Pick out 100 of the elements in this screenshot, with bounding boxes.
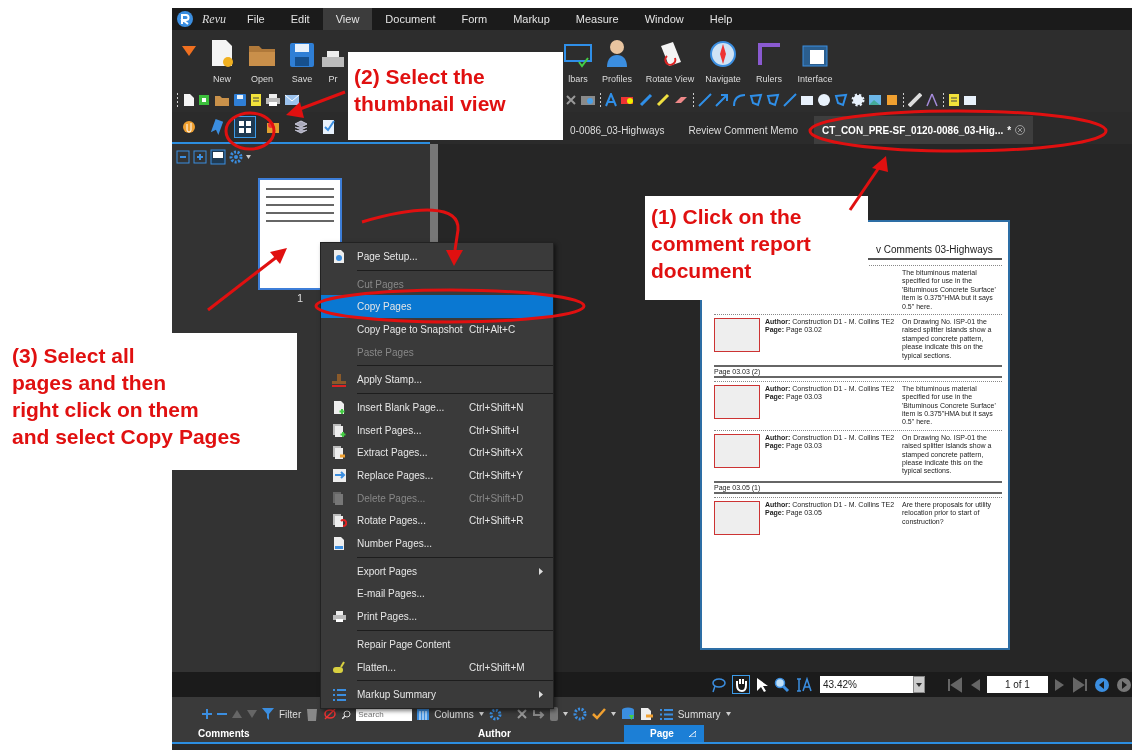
menu-item[interactable]: Replace Pages... Ctrl+Shift+Y [321, 464, 553, 487]
menu-item[interactable]: Markup Summary [321, 683, 553, 707]
pages-rotate-icon [331, 513, 347, 529]
delete-icon [565, 94, 577, 106]
settings-icon[interactable] [572, 707, 587, 721]
ribbon-button[interactable]: Rulers [746, 30, 792, 88]
menu-item[interactable]: Copy Page to Snapshot Ctrl+Alt+C [321, 318, 553, 341]
pen-icon [656, 93, 670, 107]
ribbon-button[interactable]: Save [282, 30, 322, 88]
caret-icon [610, 712, 616, 716]
pointer-icon[interactable] [756, 676, 768, 693]
paperclip-icon [181, 119, 197, 135]
document-tab[interactable]: CT_CON_PRE-SF_0120-0086_03-Hig... * [814, 116, 1034, 144]
ribbon-button[interactable]: Navigate [700, 30, 746, 88]
hidden-icon[interactable] [323, 708, 338, 720]
menu-item[interactable]: E-mail Pages... [321, 582, 553, 606]
thumbnail-size-icon[interactable] [210, 149, 226, 165]
list-icon[interactable] [658, 707, 673, 721]
menu-item[interactable]: Measure [562, 8, 632, 30]
caliper-icon [925, 93, 939, 107]
menu-item[interactable]: Edit [277, 8, 323, 30]
menu-item[interactable]: Copy Pages [321, 295, 553, 319]
menu-item[interactable]: Form [448, 8, 501, 30]
tab-title: CT_CON_PRE-SF_0120-0086_03-Hig... [822, 124, 1004, 136]
menu-item[interactable]: Repair Page Content [321, 633, 553, 656]
database-icon[interactable] [620, 707, 635, 721]
minus-icon[interactable] [176, 150, 190, 164]
traffic-light-icon[interactable] [549, 707, 558, 721]
envelope-icon [284, 94, 300, 106]
ribbon-button[interactable]: Profiles [594, 30, 640, 88]
document-tab[interactable]: 0-0086_03-Highways [562, 116, 673, 144]
filter-icon[interactable] [262, 708, 274, 720]
text-select-icon[interactable] [796, 676, 814, 693]
menu-item[interactable]: Help [696, 8, 746, 30]
menu-item[interactable]: File [234, 8, 278, 30]
page-number: 1 [296, 292, 304, 304]
column-header[interactable]: Page [624, 725, 704, 742]
plus-icon[interactable] [202, 709, 212, 719]
scrollbar-thumb[interactable] [430, 144, 438, 244]
caret-icon [725, 712, 731, 716]
menu-item[interactable]: Flatten... Ctrl+Shift+M [321, 655, 553, 679]
highlight-ring [224, 111, 276, 151]
menu-item[interactable]: Insert Blank Page... Ctrl+Shift+N [321, 396, 553, 419]
pan-tool-button[interactable] [732, 675, 750, 694]
ribbon-button[interactable]: Interface [792, 30, 838, 88]
compass-icon [709, 40, 737, 68]
menu-item[interactable]: View [322, 8, 373, 30]
plus-icon[interactable] [193, 150, 207, 164]
menu-item[interactable]: Markup [500, 8, 563, 30]
column-header[interactable]: Comments [172, 725, 452, 742]
ribbon-button[interactable]: New [202, 30, 242, 88]
forward-icon[interactable] [1116, 676, 1132, 693]
search-icon[interactable] [342, 709, 352, 719]
menu-item[interactable]: Insert Pages... Ctrl+Shift+I [321, 418, 553, 442]
menu-item[interactable]: Extract Pages... Ctrl+Shift+X [321, 441, 553, 465]
pointer-arrow [286, 90, 346, 118]
settings-icon[interactable] [229, 150, 243, 164]
ribbon-button[interactable]: Rotate View [640, 30, 700, 88]
camera-icon [580, 93, 596, 107]
back-icon[interactable] [1094, 676, 1110, 693]
check-icon[interactable] [591, 708, 606, 720]
ruler-icon [908, 93, 922, 107]
first-page-icon[interactable] [946, 676, 963, 693]
arrow-icon [715, 93, 729, 107]
menu-item[interactable]: Page Setup... [321, 245, 553, 268]
sort-icon [689, 730, 696, 737]
polygon-icon [834, 93, 848, 107]
ribbon-button[interactable]: Pr [322, 30, 344, 88]
columns-button[interactable]: Columns [434, 708, 474, 720]
menu-item[interactable]: Rotate Pages... Ctrl+Shift+R [321, 509, 553, 533]
menu-item[interactable]: Document [372, 8, 449, 30]
toolbar-grip-icon [692, 92, 695, 108]
settings-icon[interactable] [488, 707, 502, 721]
menu-item[interactable]: Apply Stamp... [321, 368, 553, 392]
page-field[interactable]: 1 of 1 [986, 676, 1048, 693]
document-tab[interactable]: Review Comment Memo [680, 116, 806, 144]
last-page-icon[interactable] [1072, 676, 1088, 693]
cloud-shape-icon [851, 93, 865, 107]
menu-item[interactable]: Print Pages... [321, 605, 553, 628]
next-page-icon[interactable] [1054, 676, 1066, 693]
menu-item[interactable]: Export Pages [321, 559, 553, 583]
image-icon [868, 94, 882, 106]
summary-button[interactable]: Summary [677, 708, 721, 720]
document-export-icon[interactable] [639, 707, 654, 721]
rectangle-icon [963, 94, 977, 106]
menu-item[interactable]: Number Pages... [321, 532, 553, 555]
trash-icon[interactable] [306, 707, 319, 721]
sketch-thumbnail [714, 500, 760, 535]
redirect-arrow-icon[interactable] [532, 709, 545, 719]
panel-tab[interactable] [234, 116, 256, 138]
column-header[interactable]: Author [452, 725, 624, 742]
lasso-icon[interactable] [710, 676, 726, 693]
magnifier-icon[interactable] [774, 676, 790, 693]
ribbon-button[interactable]: Open [242, 30, 282, 88]
zoom-field[interactable]: 43.42% [820, 676, 925, 693]
close-icon[interactable] [1015, 125, 1026, 135]
menu-item[interactable]: Window [631, 8, 697, 30]
ribbon-button[interactable]: lbars [562, 30, 594, 88]
filter-button[interactable]: Filter [279, 708, 302, 720]
tab-title: 0-0086_03-Highways [570, 124, 665, 136]
